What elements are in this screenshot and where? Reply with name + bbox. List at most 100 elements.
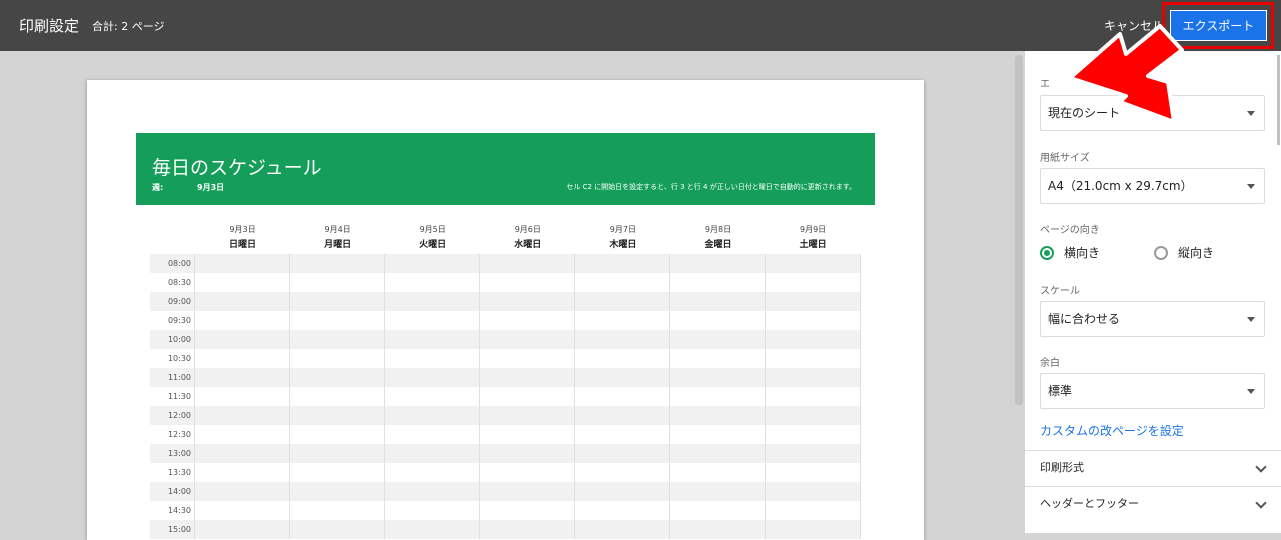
schedule-cell — [575, 254, 671, 273]
schedule-title: 毎日のスケジュール — [152, 157, 322, 179]
custom-page-break-link[interactable]: カスタムの改ページを設定 — [1040, 422, 1184, 439]
schedule-cell — [766, 254, 861, 273]
schedule-cell — [195, 463, 291, 482]
portrait-radio[interactable]: 縦向き — [1154, 244, 1214, 261]
margin-value: 標準 — [1048, 384, 1073, 398]
time-label: 12:30 — [150, 425, 195, 444]
schedule-cell — [480, 368, 576, 387]
time-row: 11:00 — [150, 368, 861, 387]
schedule-cell — [195, 311, 291, 330]
chevron-down-icon — [1255, 461, 1267, 473]
schedule-cell — [480, 406, 576, 425]
day-date: 9月4日 — [324, 225, 351, 234]
day-date: 9月8日 — [704, 225, 732, 234]
time-row: 08:00 — [150, 254, 861, 273]
schedule-cell — [385, 273, 481, 292]
paper-size-label: 用紙サイズ — [1040, 153, 1090, 164]
day-weekday: 木曜日 — [609, 240, 637, 250]
schedule-cell — [385, 463, 481, 482]
day-date: 9月3日 — [229, 225, 256, 234]
schedule-cell — [766, 520, 861, 539]
dropdown-caret-icon — [1247, 184, 1255, 189]
day-date: 9月5日 — [419, 225, 446, 234]
time-label: 10:00 — [150, 330, 195, 349]
schedule-cell — [290, 425, 386, 444]
time-row: 09:00 — [150, 292, 861, 311]
time-label: 13:30 — [150, 463, 195, 482]
schedule-cell — [385, 444, 481, 463]
schedule-cell — [290, 349, 386, 368]
schedule-cell — [290, 311, 386, 330]
schedule-cell — [670, 311, 766, 330]
schedule-cell — [195, 254, 291, 273]
schedule-cell — [575, 482, 671, 501]
print-format-section[interactable]: 印刷形式 — [1025, 450, 1281, 486]
schedule-cell — [670, 273, 766, 292]
time-row: 12:00 — [150, 406, 861, 425]
schedule-cell — [290, 292, 386, 311]
paper-size-value: A4（21.0cm x 29.7cm） — [1048, 179, 1193, 193]
portrait-label: 縦向き — [1178, 246, 1215, 260]
day-header: 9月3日 日曜日 — [195, 224, 290, 250]
scale-select[interactable]: 幅に合わせる — [1040, 301, 1265, 337]
time-label: 14:00 — [150, 482, 195, 501]
time-row: 08:30 — [150, 273, 861, 292]
header-footer-section[interactable]: ヘッダーとフッター — [1025, 486, 1281, 522]
schedule-cell — [290, 501, 386, 520]
schedule-cell — [385, 368, 481, 387]
time-row: 14:30 — [150, 501, 861, 520]
schedule-cell — [670, 330, 766, 349]
schedule-cell — [670, 425, 766, 444]
week-date: 9月3日 — [197, 183, 225, 192]
schedule-cell — [385, 501, 481, 520]
schedule-cell — [385, 520, 481, 539]
dropdown-caret-icon — [1247, 317, 1255, 322]
schedule-cell — [385, 254, 481, 273]
schedule-cell — [195, 425, 291, 444]
paper-size-select[interactable]: A4（21.0cm x 29.7cm） — [1040, 168, 1265, 204]
header-footer-label: ヘッダーとフッター — [1040, 497, 1139, 510]
dropdown-caret-icon — [1247, 389, 1255, 394]
time-label: 09:30 — [150, 311, 195, 330]
schedule-cell — [290, 387, 386, 406]
margin-select[interactable]: 標準 — [1040, 373, 1265, 409]
schedule-cell — [480, 482, 576, 501]
time-row: 10:00 — [150, 330, 861, 349]
schedule-cell — [575, 387, 671, 406]
day-header: 9月4日 月曜日 — [290, 224, 385, 250]
schedule-cell — [290, 273, 386, 292]
landscape-radio[interactable]: 横向き — [1040, 244, 1100, 261]
day-header: 9月5日 火曜日 — [385, 224, 480, 250]
schedule-cell — [195, 406, 291, 425]
schedule-cell — [670, 406, 766, 425]
time-row: 10:30 — [150, 349, 861, 368]
schedule-cell — [480, 311, 576, 330]
schedule-cell — [290, 444, 386, 463]
schedule-cell — [385, 387, 481, 406]
day-header: 9月8日 金曜日 — [671, 224, 766, 250]
time-label: 09:00 — [150, 292, 195, 311]
schedule-cell — [670, 501, 766, 520]
schedule-cell — [575, 311, 671, 330]
radio-selected-icon — [1040, 245, 1054, 260]
preview-scrollbar[interactable] — [1015, 55, 1023, 405]
schedule-cell — [670, 292, 766, 311]
schedule-cell — [575, 273, 671, 292]
schedule-cell — [766, 311, 861, 330]
orientation-label: ページの向き — [1040, 225, 1100, 236]
schedule-cell — [766, 387, 861, 406]
panel-scrollbar[interactable] — [1277, 55, 1280, 145]
schedule-banner: 毎日のスケジュール 週: 9月3日 セル C2 に開始日を設定すると、行 3 と… — [136, 133, 875, 205]
schedule-cell — [195, 330, 291, 349]
dropdown-caret-icon — [1247, 111, 1255, 116]
schedule-cell — [385, 406, 481, 425]
time-row: 14:00 — [150, 482, 861, 501]
time-row: 12:30 — [150, 425, 861, 444]
chevron-down-icon — [1255, 497, 1267, 509]
day-header: 9月6日 水曜日 — [480, 224, 575, 250]
schedule-cell — [195, 273, 291, 292]
time-label: 08:00 — [150, 254, 195, 273]
schedule-cell — [670, 482, 766, 501]
time-label: 15:00 — [150, 520, 195, 539]
schedule-cell — [195, 292, 291, 311]
